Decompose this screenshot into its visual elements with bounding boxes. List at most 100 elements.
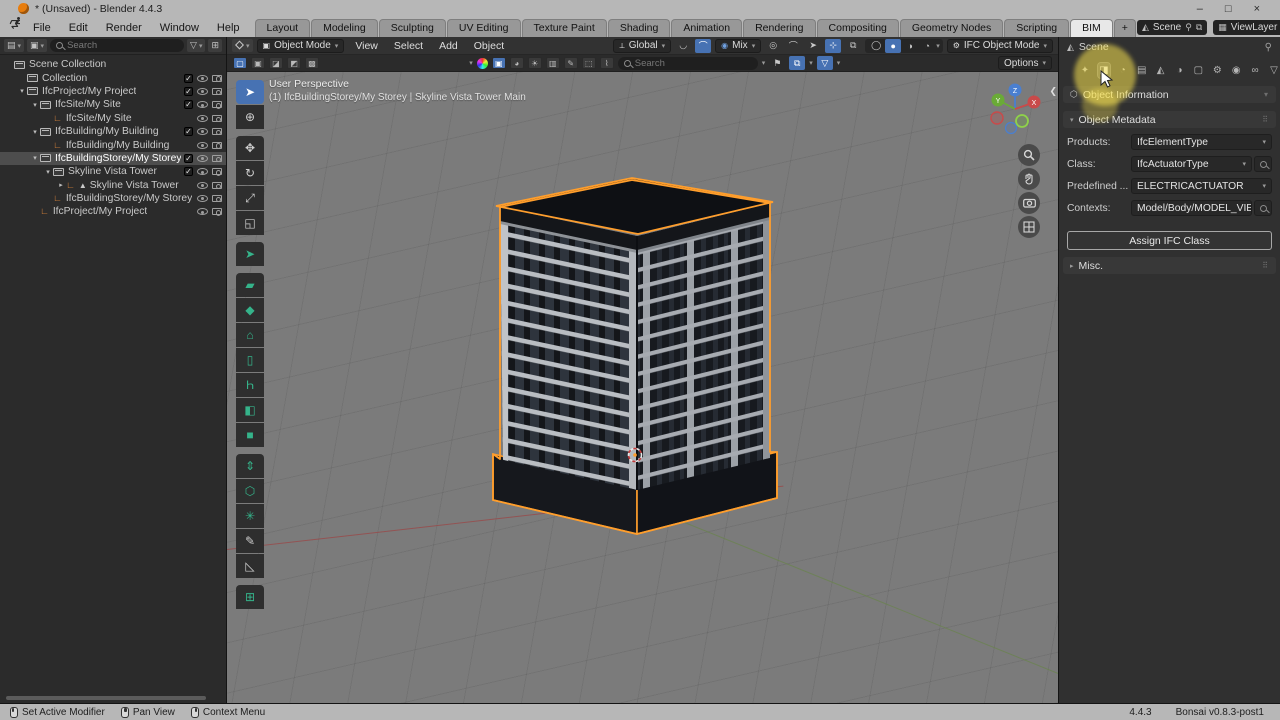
render-visibility-icon[interactable] bbox=[212, 128, 222, 135]
hide-eye-icon[interactable] bbox=[197, 182, 208, 189]
linked-collections-icon[interactable]: ⧉ bbox=[789, 56, 805, 70]
workspace-tab-sculpting[interactable]: Sculpting bbox=[379, 19, 446, 37]
workspace-tab-shading[interactable]: Shading bbox=[608, 19, 671, 37]
ortho-toggle-button[interactable] bbox=[1018, 216, 1040, 238]
menu-render[interactable]: Render bbox=[97, 20, 151, 37]
menu-window[interactable]: Window bbox=[151, 20, 208, 37]
bim-wall-tool[interactable]: ▰ bbox=[236, 273, 264, 297]
wireframe-shading-icon[interactable]: ◯ bbox=[868, 39, 884, 53]
show-gizmo-icon[interactable]: ➤ bbox=[805, 39, 821, 53]
menu-help[interactable]: Help bbox=[208, 20, 249, 37]
viewport-menu-select[interactable]: Select bbox=[387, 39, 430, 53]
field-search-button[interactable] bbox=[1254, 200, 1272, 216]
n-panel-toggle-icon[interactable]: ❮ bbox=[1049, 86, 1057, 97]
field-dropdown-predefined[interactable]: ELECTRICACTUATOR▾ bbox=[1131, 178, 1272, 194]
show-overlays-icon[interactable]: ⊹ bbox=[825, 39, 841, 53]
move-tool[interactable]: ✥ bbox=[236, 136, 264, 160]
modifiers-tab-icon[interactable]: ⚙ bbox=[1211, 63, 1223, 78]
filter-curve-icon[interactable]: ◕ bbox=[510, 57, 524, 69]
exclude-checkbox[interactable]: ✓ bbox=[184, 167, 193, 176]
outliner-row[interactable]: Scene Collection bbox=[0, 58, 226, 71]
expand-open-icon[interactable]: ▾ bbox=[30, 101, 40, 109]
snap-toggle-icon[interactable]: ◡ bbox=[675, 39, 691, 53]
outliner-row[interactable]: ∟IfcSite/My Site bbox=[0, 112, 226, 125]
hide-eye-icon[interactable] bbox=[197, 155, 208, 162]
pin-icon[interactable]: ⚲︎ bbox=[1185, 22, 1192, 33]
editor-type-outliner-button[interactable]: ▤ ▾ bbox=[4, 39, 24, 52]
viewport-menu-add[interactable]: Add bbox=[432, 39, 465, 53]
misc-grip[interactable]: ⠿ bbox=[1262, 261, 1269, 270]
editor-type-viewport-button[interactable]: 🮮︎ ▾ bbox=[232, 39, 253, 52]
workspace-tab-scripting[interactable]: Scripting bbox=[1004, 19, 1069, 37]
workspace-tab-layout[interactable]: Layout bbox=[255, 19, 311, 37]
bim-column-tool[interactable]: ▯ bbox=[236, 348, 264, 372]
workspace-tab-animation[interactable]: Animation bbox=[671, 19, 742, 37]
filter-image-icon[interactable]: ⬚ bbox=[582, 57, 596, 69]
expand-open-icon[interactable]: ▾ bbox=[30, 154, 40, 162]
outliner-filter-button[interactable]: ▽ ▾ bbox=[187, 39, 205, 52]
physics-tab-icon[interactable]: ◉ bbox=[1230, 63, 1242, 78]
outliner-row[interactable]: ▾IfcBuildingStorey/My Storey✓ bbox=[0, 152, 226, 165]
hide-eye-icon[interactable] bbox=[197, 75, 208, 82]
options-dropdown[interactable]: Options▾ bbox=[998, 56, 1052, 70]
workspace-tab-rendering[interactable]: Rendering bbox=[743, 19, 815, 37]
menu-file[interactable]: File bbox=[24, 20, 60, 37]
exclude-checkbox[interactable]: ✓ bbox=[184, 127, 193, 136]
select-mode-invert-icon[interactable]: ◩ bbox=[287, 57, 301, 69]
outliner-row[interactable]: ∟IfcBuildingStorey/My Storey bbox=[0, 192, 226, 205]
scene-selector[interactable]: ◭ Scene ⚲︎ ⧉ bbox=[1137, 20, 1207, 35]
outliner-row[interactable]: Collection✓ bbox=[0, 71, 226, 84]
workspace-tab-texture-paint[interactable]: Texture Paint bbox=[522, 19, 607, 37]
field-dropdown-class[interactable]: IfcActuatorType▾ bbox=[1131, 156, 1252, 172]
assign-ifc-class-button[interactable]: Assign IFC Class bbox=[1067, 231, 1272, 250]
proportional-editing-icon[interactable]: ◎ bbox=[765, 39, 781, 53]
bim-stair-tool[interactable]: ◧ bbox=[236, 398, 264, 422]
hide-eye-icon[interactable] bbox=[197, 208, 208, 215]
outliner-horizontal-scrollbar[interactable] bbox=[6, 696, 206, 700]
field-dropdown-products[interactable]: IfcElementType▾ bbox=[1131, 134, 1272, 150]
hide-eye-icon[interactable] bbox=[197, 142, 208, 149]
outliner-row[interactable]: ▾IfcProject/My Project✓ bbox=[0, 85, 226, 98]
world-tab-icon[interactable]: ◑ bbox=[1174, 63, 1186, 78]
render-visibility-icon[interactable] bbox=[212, 88, 222, 95]
select-box-tool[interactable]: ➤ bbox=[236, 80, 264, 104]
outliner-search-input[interactable]: Search bbox=[50, 39, 184, 52]
close-button[interactable]: × bbox=[1254, 3, 1260, 15]
workspace-tab-uv-editing[interactable]: UV Editing bbox=[447, 19, 521, 37]
render-visibility-icon[interactable] bbox=[212, 142, 222, 149]
exclude-checkbox[interactable]: ✓ bbox=[184, 100, 193, 109]
field-search-button[interactable] bbox=[1254, 156, 1272, 172]
expand-open-icon[interactable]: ▾ bbox=[17, 87, 27, 95]
viewport-canvas[interactable]: User Perspective (1) IfcBuildingStorey/M… bbox=[227, 72, 1058, 703]
viewport-menu-object[interactable]: Object bbox=[467, 39, 511, 53]
outliner-row[interactable]: ▾IfcSite/My Site✓ bbox=[0, 98, 226, 111]
expand-closed-icon[interactable]: ▸ bbox=[56, 181, 66, 189]
tool-search-input[interactable]: Search bbox=[618, 57, 758, 70]
object-tab-icon[interactable]: ▢ bbox=[1192, 63, 1204, 78]
filter-funnel-icon[interactable]: ▽ bbox=[817, 56, 833, 70]
expand-open-icon[interactable]: ▾ bbox=[30, 128, 40, 136]
pan-view-button[interactable] bbox=[1018, 168, 1040, 190]
workspace-tab-compositing[interactable]: Compositing bbox=[817, 19, 899, 37]
new-workspace-button[interactable]: + bbox=[1114, 19, 1136, 37]
outliner-row[interactable]: ∟IfcProject/My Project bbox=[0, 205, 226, 218]
color-wheel-icon[interactable] bbox=[477, 58, 488, 69]
minimize-button[interactable]: – bbox=[1197, 3, 1203, 15]
hide-eye-icon[interactable] bbox=[197, 195, 208, 202]
material-shading-icon[interactable]: ◑ bbox=[902, 39, 918, 53]
navigation-gizmo[interactable]: Z Y X bbox=[986, 80, 1044, 138]
scale-tool[interactable]: ⤢ bbox=[236, 186, 264, 210]
bim-element-tool[interactable]: ■ bbox=[236, 423, 264, 447]
select-mode-new-icon[interactable]: ▢ bbox=[233, 57, 247, 69]
data-tab-icon[interactable]: ▽ bbox=[1268, 63, 1280, 78]
hide-eye-icon[interactable] bbox=[197, 128, 208, 135]
maximize-button[interactable]: □ bbox=[1225, 3, 1232, 15]
workspace-tab-geometry-nodes[interactable]: Geometry Nodes bbox=[900, 19, 1003, 37]
search-chevron[interactable]: ▾ bbox=[762, 59, 766, 67]
bim-slab-tool[interactable]: ◆ bbox=[236, 298, 264, 322]
transform-tool[interactable]: ◱ bbox=[236, 211, 264, 235]
zoom-view-button[interactable] bbox=[1018, 144, 1040, 166]
exclude-checkbox[interactable]: ✓ bbox=[184, 154, 193, 163]
pin-id-icon[interactable]: ⚲︎ bbox=[1265, 42, 1272, 53]
bim-furniture-tool[interactable]: Һ bbox=[236, 373, 264, 397]
